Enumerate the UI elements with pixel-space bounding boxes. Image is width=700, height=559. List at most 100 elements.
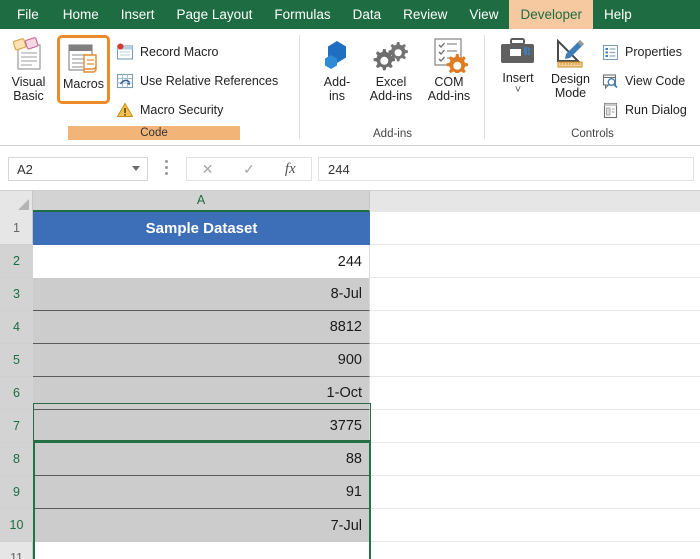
- cell-a4[interactable]: 8812: [33, 311, 370, 344]
- com-addins-label-line2: Add-ins: [427, 89, 471, 103]
- cell-a10[interactable]: 7-Jul: [33, 509, 370, 542]
- tab-home[interactable]: Home: [52, 0, 110, 29]
- toolbox-icon: [501, 38, 534, 63]
- addins-label-line1: Add-: [323, 75, 351, 89]
- use-relative-references-label: Use Relative References: [140, 74, 279, 88]
- excel-addins-button[interactable]: Excel Add-ins: [362, 37, 420, 103]
- record-macro-button[interactable]: Record Macro: [116, 41, 219, 63]
- tab-view[interactable]: View: [458, 0, 509, 29]
- excel-addins-label-line1: Excel: [375, 75, 407, 89]
- row-header-1[interactable]: 1: [0, 212, 33, 245]
- formula-bar-grip[interactable]: [165, 160, 168, 178]
- com-addins-icon: [434, 38, 468, 73]
- com-addins-label: COM Add-ins: [428, 75, 470, 103]
- properties-button[interactable]: Properties: [602, 41, 682, 63]
- tab-file[interactable]: File: [0, 0, 52, 29]
- table-row: 900: [33, 344, 700, 377]
- spreadsheet-grid: A 1 2 3 4 5 6 7 8 9 10 11 Sample Dataset…: [0, 191, 700, 559]
- insert-function-icon[interactable]: fx: [270, 161, 310, 178]
- name-box[interactable]: A2: [8, 157, 148, 181]
- cell-a7[interactable]: 3775: [33, 410, 370, 443]
- row-header-2[interactable]: 2: [0, 245, 33, 278]
- table-row: 3775: [33, 410, 700, 443]
- row-header-5[interactable]: 5: [0, 344, 33, 377]
- ribbon-tab-strip: File Home Insert Page Layout Formulas Da…: [0, 0, 700, 29]
- insert-control-label: Insert: [502, 71, 534, 85]
- visual-basic-button[interactable]: Visual Basic: [2, 37, 55, 103]
- enter-checkmark-icon[interactable]: ✓: [229, 161, 269, 178]
- cell-a11[interactable]: [33, 542, 370, 559]
- tab-help[interactable]: Help: [593, 0, 643, 29]
- tab-formulas[interactable]: Formulas: [263, 0, 341, 29]
- table-row: 88: [33, 443, 700, 476]
- visual-basic-label: Visual Basic: [12, 75, 46, 103]
- tab-data[interactable]: Data: [342, 0, 393, 29]
- design-mode-label-line2: Mode: [554, 86, 587, 100]
- formula-input[interactable]: 244: [318, 157, 694, 181]
- visual-basic-label-line1: Visual: [11, 75, 46, 89]
- run-dialog-button[interactable]: Run Dialog: [602, 99, 687, 121]
- view-code-icon: [602, 73, 618, 89]
- table-row: Sample Dataset: [33, 212, 700, 245]
- name-box-chevron-down-icon[interactable]: [132, 166, 140, 171]
- insert-chevron-down-icon[interactable]: ˅: [515, 85, 521, 96]
- macros-button[interactable]: Macros: [57, 35, 110, 104]
- formula-bar: A2 ✕ ✓ fx 244: [0, 146, 700, 191]
- formula-action-buttons: ✕ ✓ fx: [186, 157, 312, 181]
- cell-a2[interactable]: 244: [33, 245, 370, 278]
- excel-addins-label: Excel Add-ins: [370, 75, 412, 103]
- visual-basic-icon: [12, 37, 41, 70]
- cell-a6[interactable]: 1-Oct: [33, 377, 370, 410]
- tab-developer[interactable]: Developer: [509, 0, 593, 29]
- tab-review[interactable]: Review: [392, 0, 458, 29]
- row-header-7[interactable]: 7: [0, 410, 33, 443]
- code-group-label: Code: [68, 126, 240, 140]
- run-dialog-label: Run Dialog: [625, 103, 687, 117]
- cell-a5[interactable]: 900: [33, 344, 370, 377]
- addins-group-label: Add-ins: [373, 128, 412, 140]
- addins-icon: [325, 41, 346, 69]
- addins-label: Add- ins: [324, 75, 350, 103]
- select-all-corner[interactable]: [0, 191, 33, 212]
- row-header-3[interactable]: 3: [0, 278, 33, 311]
- com-addins-button[interactable]: COM Add-ins: [420, 37, 478, 103]
- table-row: [33, 542, 700, 559]
- cell-a1[interactable]: Sample Dataset: [33, 212, 370, 245]
- cell-a3[interactable]: 8-Jul: [33, 278, 370, 311]
- cell-a9[interactable]: 91: [33, 476, 370, 509]
- run-dialog-icon: [603, 102, 618, 118]
- row-header-8[interactable]: 8: [0, 443, 33, 476]
- ribbon-body: Visual Basic Macros Record Macro Use Rel…: [0, 29, 700, 146]
- column-header-row: A: [0, 191, 700, 212]
- record-macro-label: Record Macro: [140, 45, 219, 59]
- design-mode-icon: [556, 38, 584, 68]
- use-relative-references-button[interactable]: Use Relative References: [116, 70, 278, 92]
- cell-a8[interactable]: 88: [33, 443, 370, 476]
- addins-button[interactable]: Add- ins: [310, 37, 364, 103]
- tab-page-layout[interactable]: Page Layout: [166, 0, 264, 29]
- ribbon-group-addins: Add- ins Excel Add-ins COM Add-ins Add-i…: [300, 29, 485, 146]
- row-header-9[interactable]: 9: [0, 476, 33, 509]
- relative-references-icon: [116, 73, 134, 89]
- table-row: 8812: [33, 311, 700, 344]
- design-mode-button[interactable]: Design Mode: [543, 37, 598, 100]
- row-header-4[interactable]: 4: [0, 311, 33, 344]
- controls-group-label: Controls: [571, 128, 614, 140]
- column-header-a[interactable]: A: [33, 191, 370, 212]
- gears-icon: [373, 42, 408, 71]
- com-addins-label-line1: COM: [434, 75, 464, 89]
- insert-control-button[interactable]: Insert ˅: [493, 37, 543, 96]
- view-code-button[interactable]: View Code: [602, 70, 685, 92]
- row-header-column: 1 2 3 4 5 6 7 8 9 10 11: [0, 212, 33, 559]
- row-header-6[interactable]: 6: [0, 377, 33, 410]
- tab-insert[interactable]: Insert: [110, 0, 166, 29]
- row-header-10[interactable]: 10: [0, 509, 33, 542]
- view-code-label: View Code: [625, 74, 686, 88]
- column-header-empty-area: [370, 191, 700, 212]
- macro-security-button[interactable]: Macro Security: [116, 99, 223, 121]
- properties-icon: [602, 44, 619, 60]
- cancel-icon[interactable]: ✕: [188, 161, 228, 178]
- warning-triangle-icon: [116, 102, 134, 118]
- name-box-value: A2: [17, 161, 33, 177]
- row-header-11[interactable]: 11: [0, 542, 33, 559]
